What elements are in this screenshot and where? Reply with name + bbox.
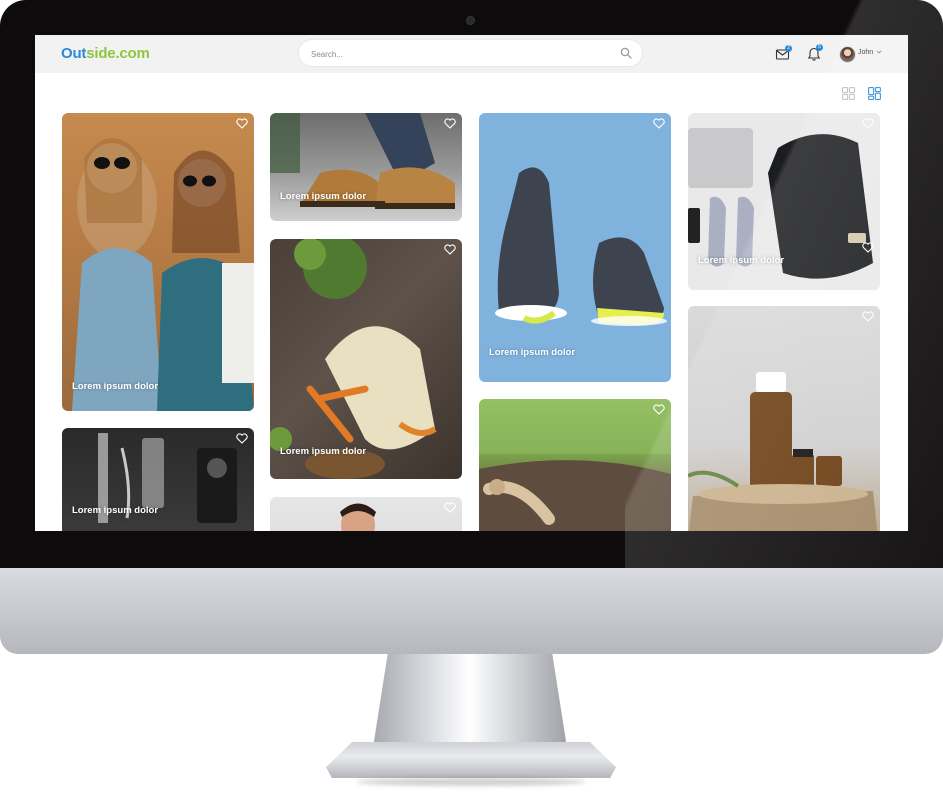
product-card[interactable]: Lorem ipsum dolor bbox=[62, 428, 254, 531]
product-card[interactable] bbox=[270, 497, 462, 531]
heart-icon[interactable] bbox=[444, 244, 456, 255]
heart-icon[interactable] bbox=[862, 118, 874, 129]
heart-icon[interactable] bbox=[653, 404, 665, 415]
product-card[interactable] bbox=[479, 399, 671, 531]
card-title: Lorem ipsum dolor bbox=[72, 381, 159, 392]
user-avatar[interactable] bbox=[839, 46, 856, 63]
card-title: Lorem ipsum dolor bbox=[698, 255, 785, 266]
monitor-stand-base bbox=[326, 742, 616, 778]
top-navigation-bar: Outside.com 2 5 John bbox=[35, 35, 908, 73]
card-image bbox=[340, 503, 376, 531]
card-image bbox=[270, 113, 455, 209]
heart-icon[interactable] bbox=[862, 242, 874, 253]
logo-text-secondary: side.com bbox=[86, 45, 150, 62]
search-icon[interactable] bbox=[620, 47, 632, 59]
user-name[interactable]: John bbox=[858, 49, 873, 56]
masonry-view-icon[interactable] bbox=[868, 87, 881, 100]
heart-icon[interactable] bbox=[444, 502, 456, 513]
card-image bbox=[72, 138, 254, 411]
monitor-chin bbox=[0, 568, 943, 654]
search-bar bbox=[299, 40, 642, 68]
card-title: Lorem ipsum dolor bbox=[72, 505, 159, 516]
card-image bbox=[479, 399, 671, 531]
heart-icon[interactable] bbox=[236, 118, 248, 129]
heart-icon[interactable] bbox=[653, 118, 665, 129]
product-card[interactable]: Lorem ipsum dolor bbox=[688, 113, 880, 290]
card-title: Lorem ipsum dolor bbox=[280, 446, 367, 457]
notification-badge: 5 bbox=[816, 44, 823, 51]
card-image bbox=[495, 167, 667, 326]
product-card[interactable]: Lorem ipsum dolor bbox=[62, 113, 254, 411]
screen: Outside.com 2 5 John Lorem ipsum dolor bbox=[35, 35, 908, 531]
card-image bbox=[688, 372, 878, 531]
product-card[interactable]: Lorem ipsum dolor bbox=[270, 239, 462, 479]
card-title: Lorem ipsum dolor bbox=[280, 191, 367, 202]
mail-badge: 2 bbox=[785, 45, 792, 52]
card-image bbox=[270, 239, 437, 479]
heart-icon[interactable] bbox=[862, 311, 874, 322]
grid-view-icon[interactable] bbox=[842, 87, 855, 100]
product-card[interactable] bbox=[688, 306, 880, 531]
chevron-down-icon[interactable] bbox=[876, 49, 882, 55]
card-title: Lorem ipsum dolor bbox=[489, 347, 576, 358]
logo-text-primary: Out bbox=[61, 45, 87, 62]
heart-icon[interactable] bbox=[444, 118, 456, 129]
search-input[interactable] bbox=[309, 40, 613, 68]
product-card[interactable]: Lorem ipsum dolor bbox=[270, 113, 462, 221]
webcam bbox=[466, 16, 475, 25]
heart-icon[interactable] bbox=[236, 433, 248, 444]
monitor-stand bbox=[372, 654, 568, 754]
site-logo[interactable]: Outside.com bbox=[61, 45, 150, 62]
product-card[interactable]: Lorem ipsum dolor bbox=[479, 113, 671, 382]
stand-shadow bbox=[356, 778, 586, 786]
